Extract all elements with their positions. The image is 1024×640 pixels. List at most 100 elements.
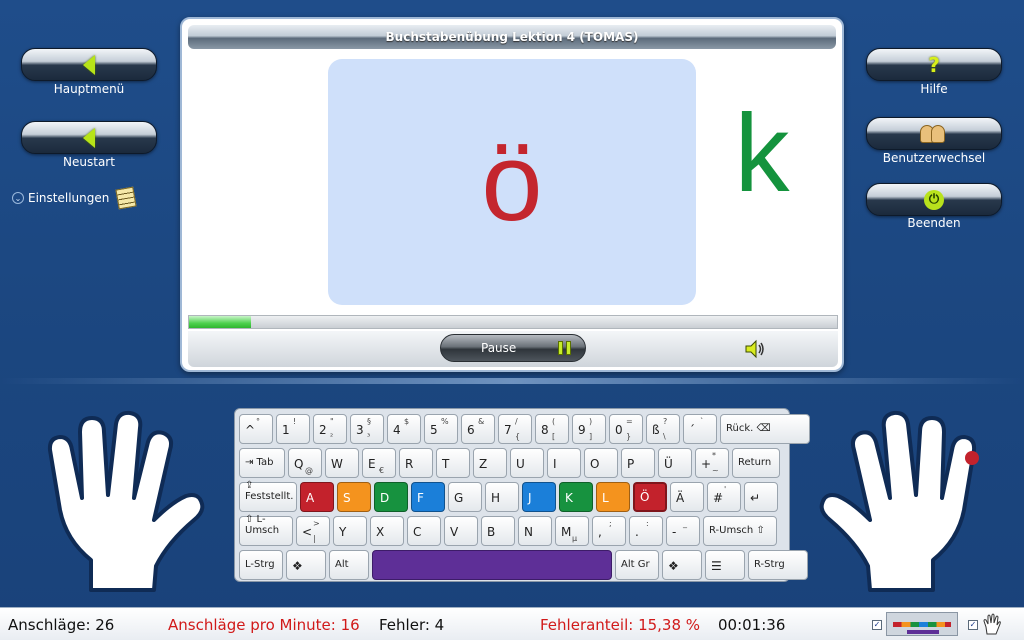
key-e[interactable]: E € <box>362 448 396 478</box>
key-label: ´ <box>689 423 695 437</box>
key-space[interactable] <box>372 550 612 580</box>
key-symbol[interactable]: ↵ <box>744 482 778 512</box>
switch-user-label: Benutzerwechsel <box>882 151 986 165</box>
key-symbol[interactable]: .: <box>629 516 663 546</box>
hand-icon[interactable] <box>982 613 1002 635</box>
key-ß[interactable]: ß? \ <box>646 414 680 444</box>
key-symbol[interactable]: ❖ <box>662 550 702 580</box>
pause-button[interactable]: Pause <box>440 334 586 362</box>
key-label: - <box>672 525 677 539</box>
restart-button[interactable] <box>21 121 157 154</box>
key-j[interactable]: J <box>522 482 556 512</box>
key-o[interactable]: O <box>584 448 618 478</box>
key-label: X <box>376 525 385 539</box>
key-ü[interactable]: Ü <box>658 448 692 478</box>
key-y[interactable]: Y <box>333 516 367 546</box>
keyboard-toggle-checkbox[interactable]: ✓ <box>872 620 882 630</box>
key-r[interactable]: R <box>399 448 433 478</box>
key-l[interactable]: L <box>596 482 630 512</box>
key-label: J <box>528 491 532 505</box>
key-f[interactable]: F <box>411 482 445 512</box>
main-menu-button[interactable] <box>21 48 157 81</box>
key-9[interactable]: 9)] <box>572 414 606 444</box>
key-symbol[interactable]: - _ <box>666 516 700 546</box>
key-4[interactable]: 4 $ <box>387 414 421 444</box>
key-z[interactable]: Z <box>473 448 507 478</box>
key-alt[interactable]: Alt <box>329 550 369 580</box>
key-label: . <box>635 525 639 539</box>
switch-user-button[interactable] <box>866 117 1002 150</box>
key-v[interactable]: V <box>444 516 478 546</box>
notepad-icon <box>115 186 137 210</box>
key-x[interactable]: X <box>370 516 404 546</box>
virtual-keyboard: ^ ° 1! 2 " ² 3 § ³ 4 $5% 6 & 7/{8([9)] 0 =} ß? \ ´ ` Rück. ⌫… <box>234 408 810 582</box>
key-altgr-label: { <box>515 432 521 441</box>
key-8[interactable]: 8([ <box>535 414 569 444</box>
key-r-umsch[interactable]: R-Umsch ⇧ <box>703 516 777 546</box>
help-button[interactable]: ? <box>866 48 1002 81</box>
keyboard-thumbnail-icon[interactable] <box>886 612 958 636</box>
elapsed-time: 00:01:36 <box>718 616 786 634</box>
quit-button[interactable]: ⏻ <box>866 183 1002 216</box>
key-l-umsch[interactable]: ⇧ L-Umsch <box>239 514 293 546</box>
key-shift-label: * <box>712 451 716 460</box>
key-n[interactable]: N <box>518 516 552 546</box>
key-d[interactable]: D <box>374 482 408 512</box>
key-h[interactable]: H <box>485 482 519 512</box>
key-symbol[interactable]: + * ~ <box>695 448 729 478</box>
key-i[interactable]: I <box>547 448 581 478</box>
key-shift-label: ( <box>552 417 556 426</box>
key-return[interactable]: Return <box>732 448 780 478</box>
key-label: C <box>413 525 422 539</box>
key-shift-label: ? <box>663 417 668 426</box>
key-label: # <box>713 491 724 505</box>
key-alt-gr[interactable]: Alt Gr <box>615 550 659 580</box>
key-1[interactable]: 1! <box>276 414 310 444</box>
key-rück[interactable]: Rück. ⌫ <box>720 414 810 444</box>
key-6[interactable]: 6 & <box>461 414 495 444</box>
key-5[interactable]: 5% <box>424 414 458 444</box>
key-t[interactable]: T <box>436 448 470 478</box>
key-c[interactable]: C <box>407 516 441 546</box>
current-letter-box: ö <box>328 59 696 305</box>
key-r-strg[interactable]: R-Strg <box>748 550 808 580</box>
key-7[interactable]: 7/ { <box>498 414 532 444</box>
key-feststellt[interactable]: ⇪ Feststellt. <box>239 480 297 512</box>
key-ä[interactable]: Ä <box>670 482 704 512</box>
key-3[interactable]: 3 § ³ <box>350 414 384 444</box>
key-symbol[interactable]: ,; <box>592 516 626 546</box>
key-b[interactable]: B <box>481 516 515 546</box>
key-a[interactable]: A <box>300 482 334 512</box>
key-label: G <box>454 491 464 505</box>
key-symbol[interactable]: ^ ° <box>239 414 273 444</box>
speaker-icon[interactable] <box>744 339 766 359</box>
key-ö[interactable]: Ö <box>633 482 667 512</box>
key-g[interactable]: G <box>448 482 482 512</box>
key-2[interactable]: 2 " ² <box>313 414 347 444</box>
hands-toggle-checkbox[interactable]: ✓ <box>968 620 978 630</box>
key-m[interactable]: Mµ <box>555 516 589 546</box>
key-u[interactable]: U <box>510 448 544 478</box>
key-symbol[interactable]: # ' <box>707 482 741 512</box>
key-symbol[interactable]: ❖ <box>286 550 326 580</box>
key-symbol[interactable]: < > | <box>296 516 330 546</box>
key-symbol[interactable]: ☰ <box>705 550 745 580</box>
arrow-left-icon <box>83 127 95 148</box>
key-altgr-label: ~ <box>712 466 719 475</box>
key-shift-label: _ <box>683 519 687 528</box>
key-label: R-Umsch ⇧ <box>709 525 765 536</box>
key-tab[interactable]: ⇥ Tab <box>239 448 285 478</box>
key-l-strg[interactable]: L-Strg <box>239 550 283 580</box>
settings-toggle[interactable]: ⌄ Einstellungen <box>12 186 137 210</box>
key-k[interactable]: K <box>559 482 593 512</box>
key-p[interactable]: P <box>621 448 655 478</box>
key-shift-label: : <box>646 519 649 528</box>
key-shift-label: ! <box>293 417 297 426</box>
key-symbol[interactable]: ´ ` <box>683 414 717 444</box>
help-label: Hilfe <box>920 82 948 96</box>
key-w[interactable]: W <box>325 448 359 478</box>
key-q[interactable]: Q @ <box>288 448 322 478</box>
key-s[interactable]: S <box>337 482 371 512</box>
key-0[interactable]: 0 =} <box>609 414 643 444</box>
key-label: Ö <box>640 490 650 504</box>
